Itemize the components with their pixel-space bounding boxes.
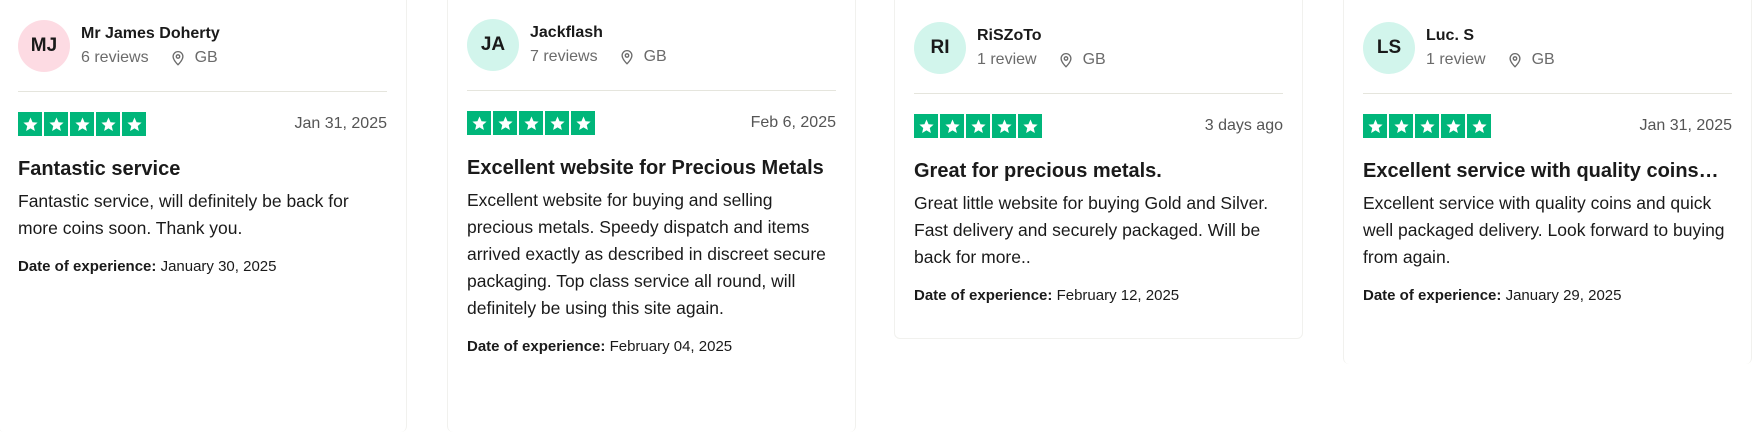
date-of-experience: Date of experience: February 12, 2025 <box>914 287 1283 304</box>
star-rating <box>18 112 146 136</box>
star-icon <box>571 111 595 135</box>
star-icon <box>940 114 964 138</box>
reviewer-name[interactable]: Jackflash <box>530 23 667 43</box>
review-date: Jan 31, 2025 <box>1639 117 1732 134</box>
location-pin-icon <box>149 49 195 67</box>
star-icon <box>914 114 938 138</box>
star-icon <box>1467 114 1491 138</box>
country-code: GB <box>1082 51 1106 68</box>
experience-label: Date of experience: <box>18 258 157 275</box>
review-title[interactable]: Great for precious metals. <box>914 158 1283 184</box>
review-title[interactable]: Fantastic service <box>18 156 387 182</box>
review-body: Excellent service with quality coins and… <box>1363 193 1725 267</box>
experience-date: February 04, 2025 <box>609 338 733 355</box>
star-icon <box>1441 114 1465 138</box>
avatar[interactable]: JA <box>467 19 519 71</box>
country-code: GB <box>194 49 218 66</box>
star-icon <box>519 111 543 135</box>
review-count: 1 review <box>1426 51 1486 68</box>
star-icon <box>1363 114 1387 138</box>
review-date: Feb 6, 2025 <box>750 114 836 131</box>
star-icon <box>1415 114 1439 138</box>
star-icon <box>70 112 94 136</box>
divider <box>1363 93 1732 94</box>
date-of-experience: Date of experience: January 29, 2025 <box>1363 287 1732 304</box>
review-body: Excellent website for buying and selling… <box>467 190 826 318</box>
country-code: GB <box>1531 51 1555 68</box>
review-date: Jan 31, 2025 <box>294 115 387 132</box>
star-rating <box>1363 114 1491 138</box>
star-icon <box>966 114 990 138</box>
location-pin-icon <box>598 48 644 66</box>
review-date: 3 days ago <box>1204 117 1283 134</box>
star-icon <box>992 114 1016 138</box>
review-count: 7 reviews <box>530 48 598 65</box>
review-count: 6 reviews <box>81 49 149 66</box>
star-icon <box>96 112 120 136</box>
reviewer-name[interactable]: Luc. S <box>1426 26 1555 46</box>
star-rating <box>914 114 1042 138</box>
star-icon <box>545 111 569 135</box>
review-card[interactable]: RI RiSZoTo 1 review GB 3 days ago Great for p… <box>894 0 1303 339</box>
star-icon <box>467 111 491 135</box>
divider <box>18 91 387 92</box>
avatar[interactable]: MJ <box>18 20 70 72</box>
reviewer-name[interactable]: Mr James Doherty <box>81 24 220 44</box>
location-pin-icon <box>1486 51 1532 69</box>
date-of-experience: Date of experience: February 04, 2025 <box>467 338 836 355</box>
avatar[interactable]: LS <box>1363 22 1415 74</box>
reviewer-header[interactable]: RI RiSZoTo 1 review GB <box>914 22 1283 74</box>
star-icon <box>1018 114 1042 138</box>
star-icon <box>44 112 68 136</box>
reviewer-name[interactable]: RiSZoTo <box>977 26 1106 46</box>
review-title[interactable]: Excellent website for Precious Metals <box>467 155 836 181</box>
experience-date: January 29, 2025 <box>1505 287 1622 304</box>
review-card[interactable]: JA Jackflash 7 reviews GB Feb 6, 2025 Excelle… <box>447 0 856 432</box>
avatar[interactable]: RI <box>914 22 966 74</box>
star-rating <box>467 111 595 135</box>
experience-date: January 30, 2025 <box>160 258 277 275</box>
review-body: Fantastic service, will definitely be ba… <box>18 191 349 238</box>
star-icon <box>18 112 42 136</box>
reviewer-header[interactable]: JA Jackflash 7 reviews GB <box>467 19 836 71</box>
location-pin-icon <box>1037 51 1083 69</box>
review-body: Great little website for buying Gold and… <box>914 193 1269 267</box>
experience-label: Date of experience: <box>914 287 1053 304</box>
review-card[interactable]: MJ Mr James Doherty 6 reviews GB Jan 31, 202… <box>0 0 407 432</box>
reviewer-header[interactable]: MJ Mr James Doherty 6 reviews GB <box>18 20 387 72</box>
review-title[interactable]: Excellent service with quality coins… <box>1363 158 1732 184</box>
experience-date: February 12, 2025 <box>1056 287 1180 304</box>
experience-label: Date of experience: <box>1363 287 1502 304</box>
experience-label: Date of experience: <box>467 338 606 355</box>
review-count: 1 review <box>977 51 1037 68</box>
reviewer-header[interactable]: LS Luc. S 1 review GB <box>1363 22 1732 74</box>
review-card[interactable]: LS Luc. S 1 review GB Jan 31, 2025 Excellent … <box>1343 0 1752 364</box>
star-icon <box>122 112 146 136</box>
divider <box>467 90 836 91</box>
date-of-experience: Date of experience: January 30, 2025 <box>18 258 387 275</box>
star-icon <box>493 111 517 135</box>
country-code: GB <box>643 48 667 65</box>
star-icon <box>1389 114 1413 138</box>
divider <box>914 93 1283 94</box>
